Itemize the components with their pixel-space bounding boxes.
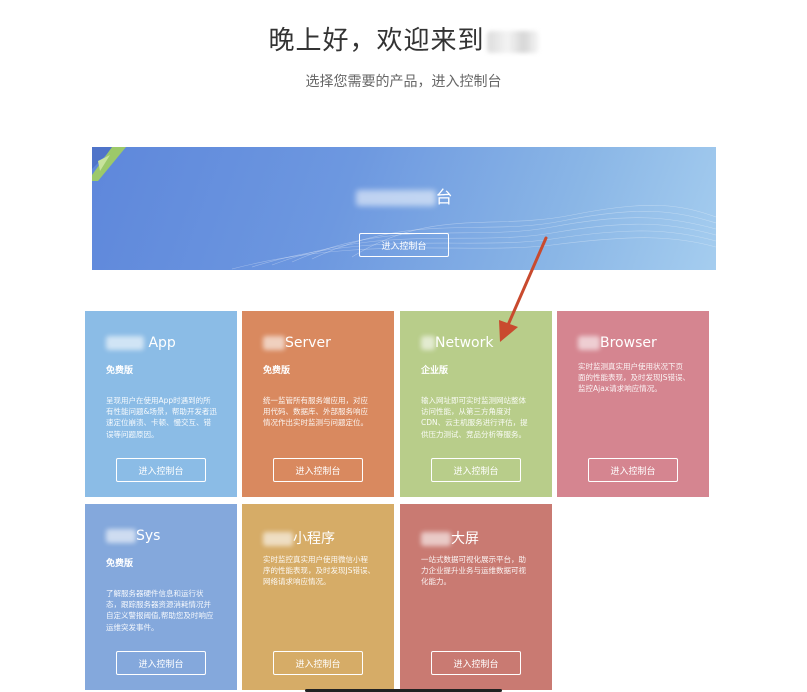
card-title: 大屏 [421,528,479,548]
card-description: 一站式数据可视化展示平台，助力企业提升业务与运维数据可视化能力。 [421,555,526,587]
card-edition-badge: 企业版 [421,366,449,376]
card-description: 统一监管所有服务端应用，对应用代码、数据库、外部服务响应情况作出实时监测与问题定… [263,396,368,428]
card-description: 实时监测真实用户使用状况下页面的性能表现，及时发现JS错误、监控Ajax请求响应… [578,362,690,394]
banner-corner-logo-icon [92,147,126,181]
product-card-miniprogram: 小程序 实时监控真实用户使用微信小程序的性能表现，及时发现JS错误、网络请求响应… [242,504,394,690]
product-card-browser: Browser 实时监测真实用户使用状况下页面的性能表现，及时发现JS错误、监控… [557,311,709,497]
card-title: Browser [578,335,657,351]
greeting-text: 晚上好，欢迎来到 [268,26,485,56]
miniprogram-console-button[interactable]: 进入控制台 [273,651,363,675]
card-description: 输入网址即可实时监测网站整体访问性能，从第三方角度对CDN、云主机服务进行评估，… [421,396,528,439]
server-console-button[interactable]: 进入控制台 [273,458,363,482]
card-title: Server [263,335,331,351]
greeting-title: 晚上好，欢迎来到 [0,20,807,57]
card-edition-badge: 免费版 [106,559,134,569]
browser-console-button[interactable]: 进入控制台 [588,458,678,482]
product-card-network: Network 企业版 输入网址即可实时监测网站整体访问性能，从第三方角度对CD… [400,311,552,497]
product-card-sys: Sys 免费版 了解服务器硬件信息和运行状态，跟踪服务器资源消耗情况并自定义警报… [85,504,237,690]
product-card-app: App 免费版 呈现用户在使用App时遇到的所有性能问题&场景，帮助开发者迅速定… [85,311,237,497]
app-console-button[interactable]: 进入控制台 [116,458,206,482]
banner-console-button[interactable]: 进入控制台 [359,233,449,257]
featured-banner: 台 进入控制台 [92,147,716,270]
card-description: 呈现用户在使用App时遇到的所有性能问题&场景，帮助开发者迅速定位崩溃、卡顿、慢… [106,396,217,439]
card-edition-badge: 免费版 [263,366,291,376]
banner-title: 台 [92,183,716,208]
bigscreen-console-button[interactable]: 进入控制台 [431,651,521,675]
redacted-banner-name [355,190,436,206]
product-card-server: Server 免费版 统一监管所有服务端应用，对应用代码、数据库、外部服务响应情… [242,311,394,497]
subtitle: 选择您需要的产品，进入控制台 [305,74,502,90]
card-title: Network [421,335,493,351]
card-edition-badge: 免费版 [106,366,134,376]
card-description: 实时监控真实用户使用微信小程序的性能表现，及时发现JS错误、网络请求响应情况。 [263,555,375,587]
network-console-button[interactable]: 进入控制台 [431,458,521,482]
card-title: App [106,335,176,351]
redacted-brand [486,30,539,53]
card-title: 小程序 [263,528,335,548]
product-card-bigscreen: 大屏 一站式数据可视化展示平台，助力企业提升业务与运维数据可视化能力。 进入控制… [400,504,552,690]
card-title: Sys [106,528,160,544]
card-description: 了解服务器硬件信息和运行状态，跟踪服务器资源消耗情况并自定义警报阈值,帮助您及时… [106,589,214,632]
sys-console-button[interactable]: 进入控制台 [116,651,206,675]
